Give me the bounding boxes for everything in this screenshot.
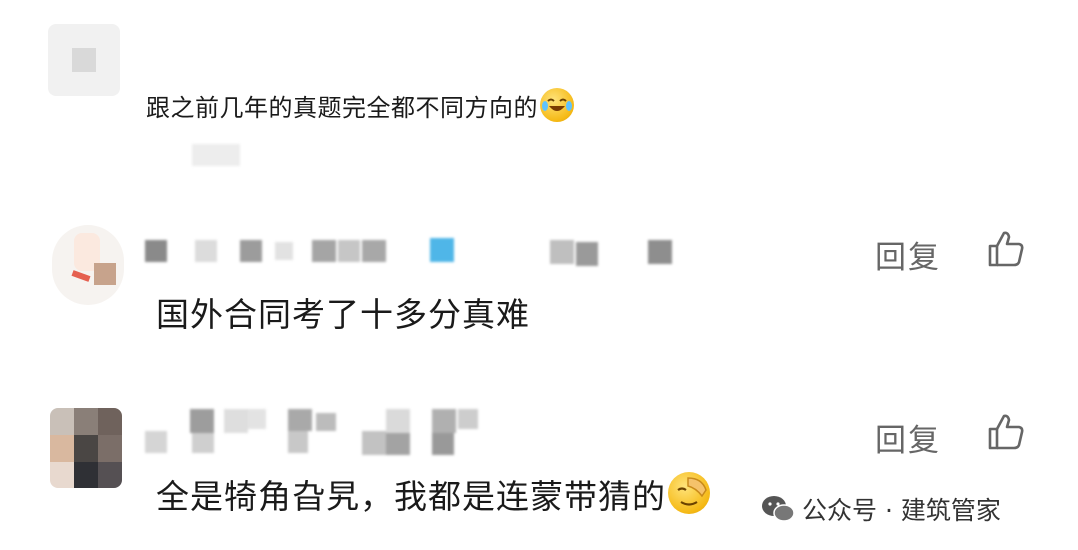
avatar[interactable] (48, 24, 120, 96)
reply-button[interactable]: 回复 (875, 232, 941, 277)
username-redacted (140, 405, 500, 457)
thumbs-up-icon[interactable] (986, 412, 1026, 452)
avatar[interactable] (50, 408, 122, 488)
watermark-text: 公众号 · 建筑管家 (802, 496, 1001, 525)
username-redacted (140, 236, 700, 270)
comment-text: 跟之前几年的真题完全都不同方向的 (146, 88, 574, 123)
facepalm-emoji-icon (668, 472, 710, 514)
laughing-emoji-icon (540, 88, 574, 122)
watermark: 公众号 · 建筑管家 (760, 492, 1001, 526)
comment-meta-redacted (192, 144, 240, 166)
avatar[interactable] (52, 225, 124, 305)
comment-text: 国外合同考了十多分真难 (156, 295, 530, 334)
wechat-icon (760, 494, 796, 524)
comment-text: 全是犄角旮旯，我都是连蒙带猜的 (156, 470, 710, 518)
reply-button[interactable]: 回复 (875, 415, 941, 460)
thumbs-up-icon[interactable] (986, 229, 1026, 269)
